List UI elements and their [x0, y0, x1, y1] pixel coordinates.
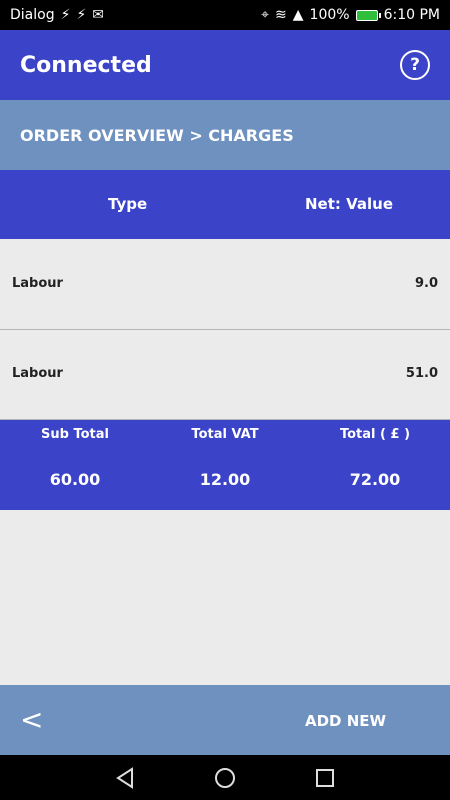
table-row[interactable]: Labour 9.0 [0, 240, 450, 330]
signal-icon: ▲ [292, 7, 304, 23]
nav-home-icon[interactable] [214, 767, 236, 789]
breadcrumb: ORDER OVERVIEW > CHARGES [0, 100, 450, 170]
carrier-label: Dialog [10, 7, 55, 23]
row-value: 51.0 [405, 366, 438, 381]
row-type: Labour [12, 366, 63, 381]
sub-total-value: 60.00 [49, 470, 101, 489]
row-type: Labour [12, 276, 63, 291]
nav-recents-icon[interactable] [314, 767, 336, 789]
column-header-type: Type [108, 195, 148, 213]
battery-icon [355, 9, 381, 21]
row-value: 9.0 [414, 276, 438, 291]
clock: 6:10 PM [383, 7, 440, 23]
status-left: Dialog ⚡ ⚡ ✉ [10, 7, 104, 23]
help-icon[interactable]: ? [400, 50, 430, 80]
system-nav-bar [0, 755, 450, 800]
app-bar: Connected ? [0, 30, 450, 100]
status-right: ⌖ ≋ ▲ 100% 6:10 PM [261, 7, 440, 23]
status-bar: Dialog ⚡ ⚡ ✉ ⌖ ≋ ▲ 100% 6:10 PM [0, 0, 450, 30]
table-row[interactable]: Labour 51.0 [0, 330, 450, 420]
total-vat-value: 12.00 [199, 470, 251, 489]
page-title: Connected [20, 52, 152, 78]
sub-total-label: Sub Total [41, 427, 109, 442]
wifi-icon: ≋ [275, 7, 287, 23]
nav-back-icon[interactable] [114, 767, 136, 789]
usb-icon: ⚡ [60, 7, 71, 23]
add-new-button[interactable]: ADD NEW [305, 712, 386, 730]
grand-total-value: 72.00 [349, 470, 401, 489]
column-header-value: Net: Value [305, 195, 394, 213]
grand-total-label: Total ( £ ) [339, 427, 411, 442]
table-header: Type Net: Value [0, 170, 450, 239]
mail-icon: ✉ [92, 7, 105, 23]
usb-icon-2: ⚡ [76, 7, 87, 23]
battery-percent: 100% [309, 7, 350, 23]
total-vat-label: Total VAT [191, 427, 259, 442]
back-button[interactable]: < [20, 703, 43, 736]
location-icon: ⌖ [261, 7, 270, 23]
totals-panel: Sub Total 60.00 Total VAT 12.00 Total ( … [0, 420, 450, 510]
footer-bar: < ADD NEW [0, 685, 450, 755]
